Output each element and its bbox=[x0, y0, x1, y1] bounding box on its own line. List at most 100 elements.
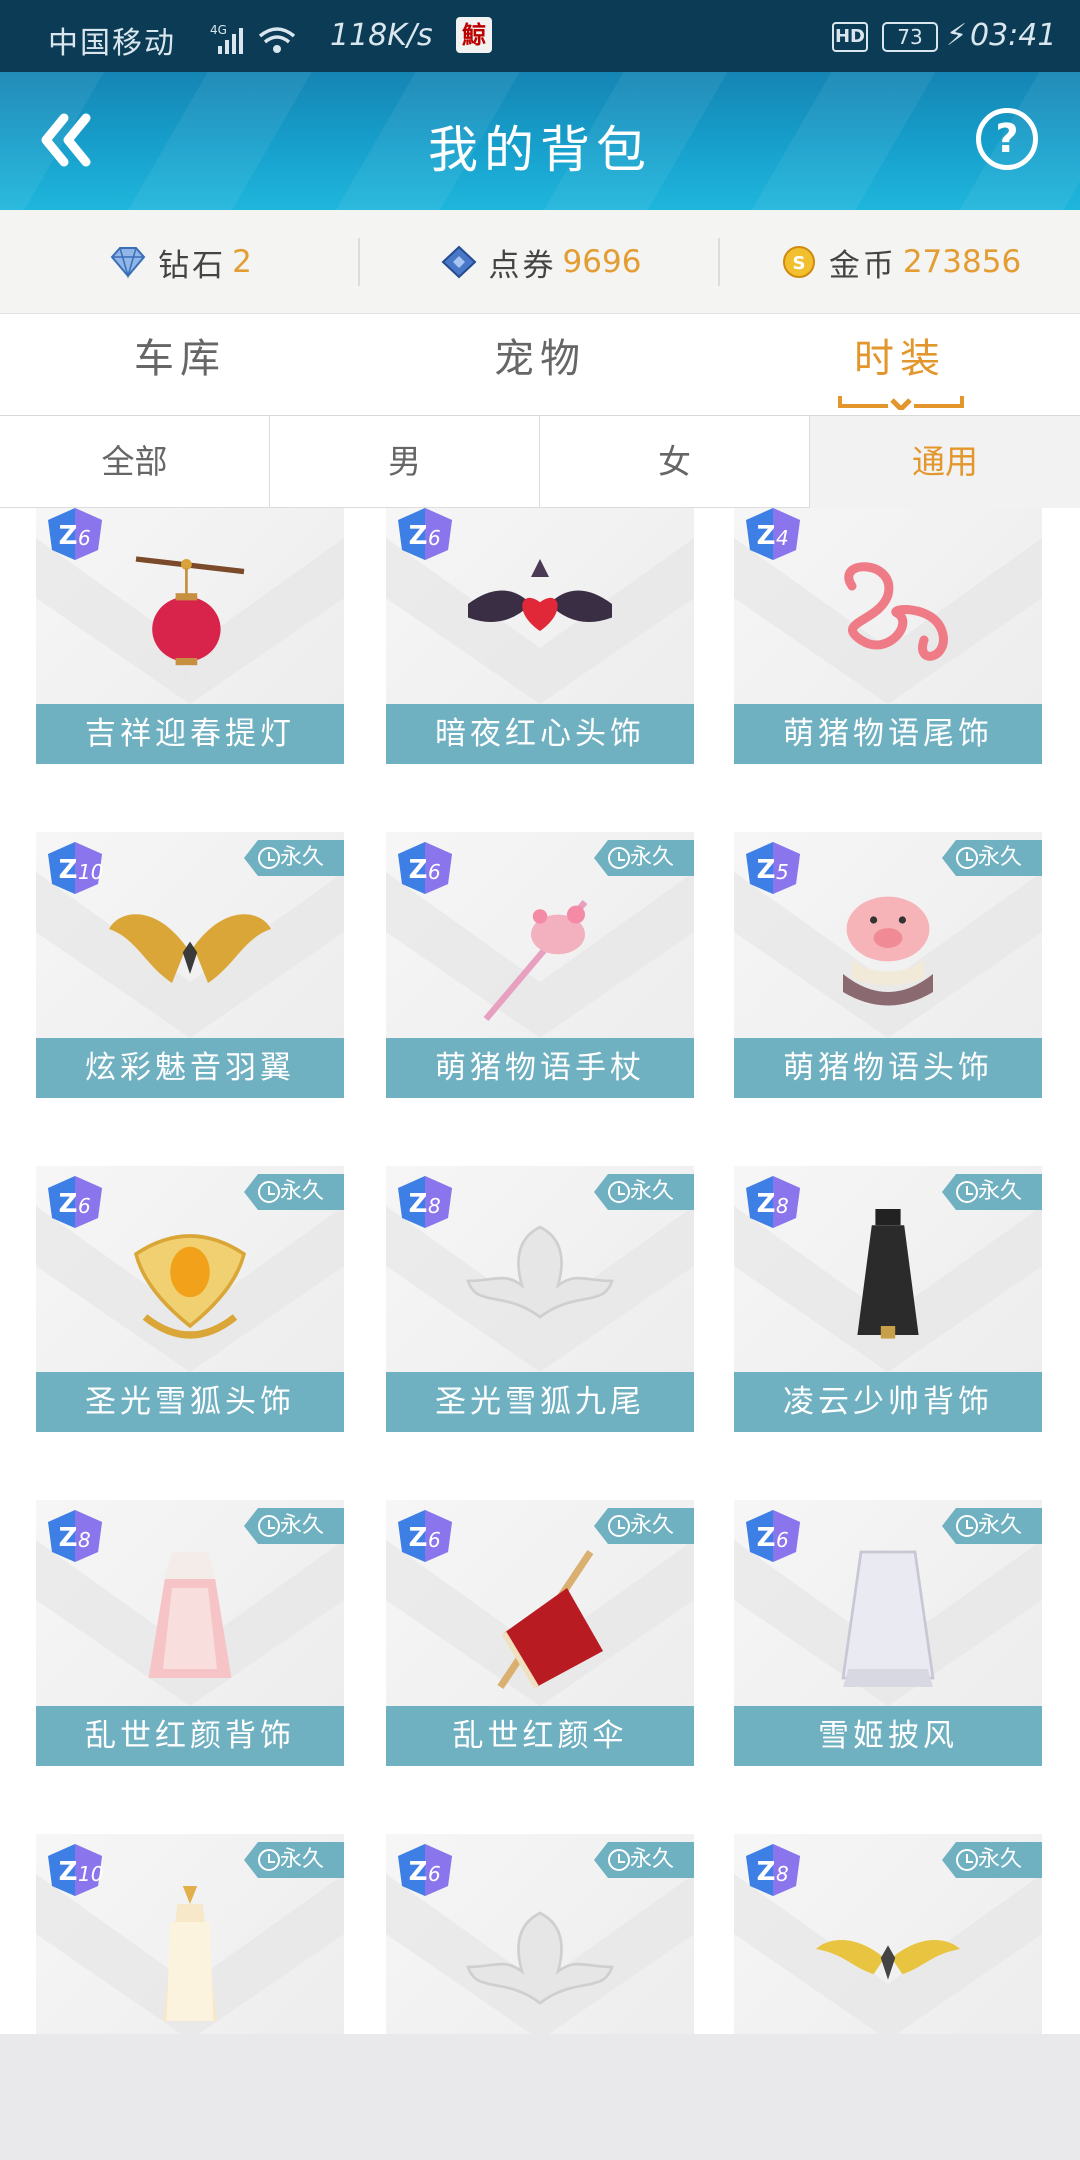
hd-icon: HD bbox=[832, 22, 868, 52]
item-name: 乱世红颜背饰 bbox=[36, 1706, 344, 1766]
item-card[interactable]: Z 6 吉祥迎春提灯 bbox=[36, 508, 344, 764]
permanent-badge: 永久 bbox=[244, 1174, 344, 1210]
clock-icon bbox=[956, 847, 978, 869]
clock-icon bbox=[608, 1849, 630, 1871]
svg-text:Z: Z bbox=[409, 521, 428, 551]
badge-label: 永久 bbox=[280, 1513, 325, 1538]
level-icon: Z bbox=[398, 508, 452, 560]
svg-text:S: S bbox=[792, 253, 805, 274]
help-button[interactable]: ? bbox=[976, 108, 1038, 170]
svg-text:Z: Z bbox=[757, 521, 776, 551]
item-name: 凌云少帅背饰 bbox=[734, 1372, 1042, 1432]
item-name: 吉祥迎春提灯 bbox=[36, 704, 344, 764]
item-card[interactable]: Z 8 永久 圣光雪狐九尾 bbox=[386, 1166, 694, 1432]
currency-label: 金币 bbox=[828, 247, 897, 284]
item-name: 雪姬披风 bbox=[734, 1706, 1042, 1766]
item-card[interactable]: Z 6 永久 bbox=[386, 1834, 694, 2034]
gender-filter-tabs: 全部 男 女 通用 bbox=[0, 416, 1080, 508]
item-level: 6 bbox=[428, 1862, 441, 1886]
clock-icon bbox=[608, 1515, 630, 1537]
app-header: 我的背包 ? bbox=[0, 72, 1080, 210]
clock-icon bbox=[956, 1849, 978, 1871]
item-card[interactable]: Z 4 萌猪物语尾饰 bbox=[734, 508, 1042, 764]
item-card[interactable]: Z 6 永久乱世红颜伞 bbox=[386, 1500, 694, 1766]
item-image bbox=[468, 559, 612, 631]
item-card[interactable]: Z 10 永久 炫彩魅音羽翼 bbox=[36, 832, 344, 1098]
permanent-badge: 永久 bbox=[594, 840, 694, 876]
item-level: 6 bbox=[428, 860, 441, 884]
item-name: 萌猪物语尾饰 bbox=[734, 704, 1042, 764]
item-image bbox=[483, 899, 588, 1022]
page-title: 我的背包 bbox=[428, 121, 652, 179]
level-icon: Z bbox=[48, 1510, 102, 1562]
diamond-icon bbox=[110, 247, 146, 279]
bottom-area bbox=[0, 2034, 1080, 2160]
badge-label: 永久 bbox=[630, 845, 675, 870]
svg-text:Z: Z bbox=[59, 1857, 78, 1887]
subtab-universal[interactable]: 通用 bbox=[810, 416, 1080, 508]
item-image bbox=[133, 1234, 247, 1339]
item-name: 圣光雪狐九尾 bbox=[386, 1372, 694, 1432]
item-level: 6 bbox=[428, 526, 441, 550]
subtab-male[interactable]: 男 bbox=[270, 416, 540, 508]
item-card[interactable]: Z 8 永久 bbox=[734, 1834, 1042, 2034]
badge-label: 永久 bbox=[978, 1513, 1023, 1538]
item-card[interactable]: Z 10 永久 bbox=[36, 1834, 344, 2034]
subtab-female[interactable]: 女 bbox=[540, 416, 810, 508]
charging-icon: ⚡ bbox=[946, 18, 968, 53]
clock: 03:41 bbox=[970, 18, 1057, 53]
item-name: 乱世红颜伞 bbox=[386, 1706, 694, 1766]
svg-text:Z: Z bbox=[409, 1857, 428, 1887]
permanent-badge: 永久 bbox=[942, 1842, 1042, 1878]
subtab-all[interactable]: 全部 bbox=[0, 416, 270, 508]
level-icon: Z bbox=[746, 1844, 800, 1896]
tab-pets[interactable]: 宠物 bbox=[360, 314, 720, 416]
permanent-badge: 永久 bbox=[942, 1174, 1042, 1210]
tab-garage[interactable]: 车库 bbox=[0, 314, 360, 416]
carrier-label: 中国移动 bbox=[48, 26, 176, 61]
item-name: 萌猪物语头饰 bbox=[734, 1038, 1042, 1098]
badge-label: 永久 bbox=[280, 1179, 325, 1204]
coupon-icon bbox=[441, 245, 477, 279]
svg-text:Z: Z bbox=[409, 1523, 428, 1553]
badge-label: 永久 bbox=[630, 1847, 675, 1872]
item-card[interactable]: Z 5 永久 萌猪物语头饰 bbox=[734, 832, 1042, 1098]
item-card[interactable]: Z 6 永久雪姬披风 bbox=[734, 1500, 1042, 1766]
item-card[interactable]: Z 6 永久 萌猪物语手杖 bbox=[386, 832, 694, 1098]
clock-icon bbox=[258, 847, 280, 869]
item-image bbox=[135, 556, 245, 684]
item-image bbox=[148, 1552, 232, 1678]
badge-label: 永久 bbox=[978, 1847, 1023, 1872]
clock-icon bbox=[258, 1849, 280, 1871]
item-level: 6 bbox=[78, 1194, 91, 1218]
item-image bbox=[844, 562, 948, 661]
clock-icon bbox=[608, 1181, 630, 1203]
item-card[interactable]: Z 8 永久 乱世红颜背饰 bbox=[36, 1500, 344, 1766]
svg-text:Z: Z bbox=[757, 1523, 776, 1553]
currency-label: 点券 bbox=[488, 247, 557, 284]
level-icon: Z bbox=[48, 1176, 102, 1228]
item-level: 6 bbox=[776, 1528, 789, 1552]
permanent-badge: 永久 bbox=[244, 1842, 344, 1878]
level-icon: Z bbox=[48, 508, 102, 560]
item-level: 6 bbox=[428, 1528, 441, 1552]
item-card[interactable]: Z 6 永久 圣光雪狐头饰 bbox=[36, 1166, 344, 1432]
svg-text:Z: Z bbox=[59, 1523, 78, 1553]
svg-text:Z: Z bbox=[409, 1189, 428, 1219]
permanent-badge: 永久 bbox=[594, 1842, 694, 1878]
currency-bar: 钻石 2 点券 9696 S 金币 273856 bbox=[0, 210, 1080, 314]
badge-label: 永久 bbox=[978, 845, 1023, 870]
badge-label: 永久 bbox=[630, 1513, 675, 1538]
badge-label: 永久 bbox=[280, 1847, 325, 1872]
item-image bbox=[497, 1550, 603, 1689]
badge-label: 永久 bbox=[978, 1179, 1023, 1204]
currency-value: 2 bbox=[232, 244, 252, 280]
item-card[interactable]: Z 6 暗夜红心头饰 bbox=[386, 508, 694, 764]
item-card[interactable]: Z 8 永久 凌云少帅背饰 bbox=[734, 1166, 1042, 1432]
status-bar: 中国移动 4G 118K/s 鯨 HD 73 ⚡ 03:41 bbox=[0, 0, 1080, 72]
item-grid: Z 6 吉祥迎春提灯 Z 6 暗夜红心头饰 Z 4 萌猪物语尾饰 Z 10 永久 炫彩魅音羽翼 Z 6 永久萌… bbox=[0, 508, 1080, 2034]
active-tab-indicator bbox=[838, 396, 964, 410]
clock-icon bbox=[258, 1515, 280, 1537]
level-icon: Z bbox=[746, 1176, 800, 1228]
network-speed: 118K/s bbox=[330, 18, 433, 53]
